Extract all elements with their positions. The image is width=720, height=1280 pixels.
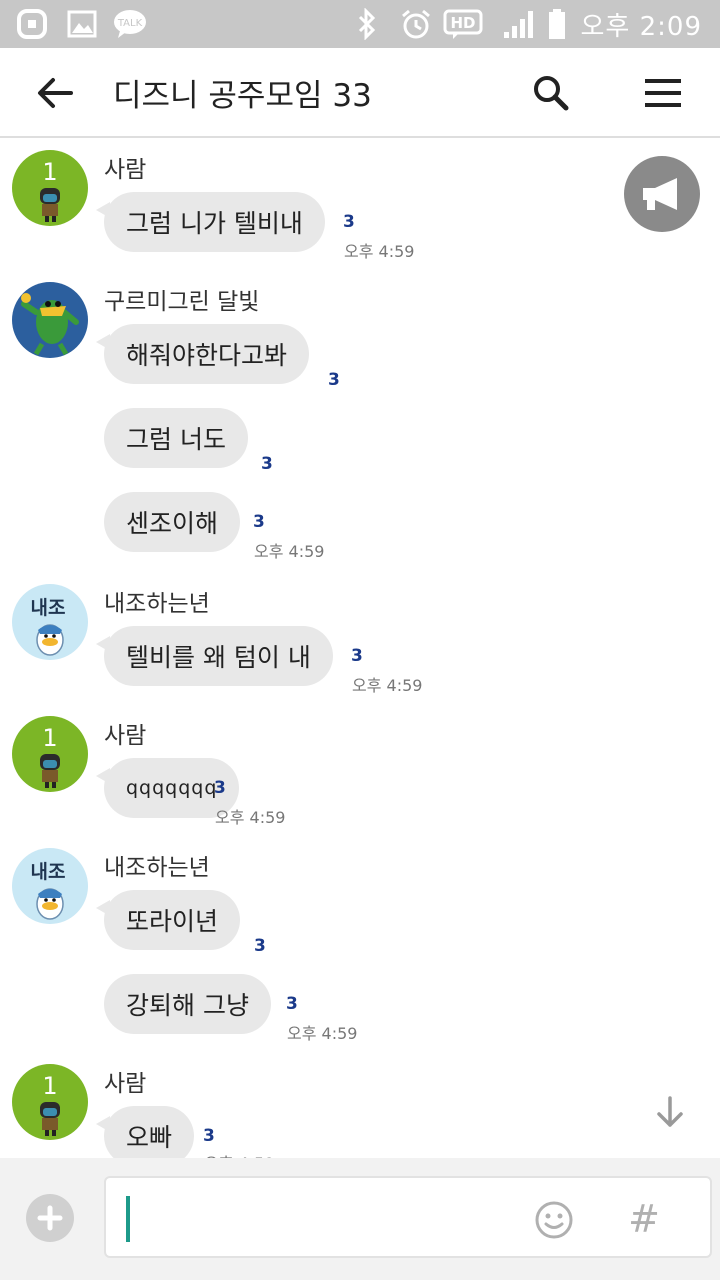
message-bubble[interactable]: 그럼 니가 텔비내 — [96, 192, 325, 252]
unread-count: 3 — [253, 512, 265, 532]
unread-count: 3 — [254, 936, 266, 956]
attach-button[interactable] — [26, 1194, 74, 1242]
message-bubble[interactable]: 해줘야한다고봐 — [95, 324, 310, 384]
smiley-icon — [535, 1201, 573, 1239]
avatar[interactable]: 1 — [12, 150, 88, 226]
arrow-left-icon — [38, 78, 73, 108]
signal-icon — [500, 0, 536, 48]
sender-name: 사람 — [104, 723, 147, 749]
svg-text:1: 1 — [42, 724, 57, 752]
avatar[interactable] — [12, 282, 88, 358]
message-time: 오후 4:59 — [352, 676, 423, 695]
sender-name: 내조하는년 — [104, 855, 210, 881]
message-time: 오후 4:59 — [254, 542, 325, 561]
message-list[interactable]: 1 사람 그럼 니가 텔비내 3 오후 4:59 구르미그린 달빛 해줘야한다고… — [0, 140, 720, 1158]
status-time: 오후 2:09 — [580, 11, 702, 42]
unread-count: 3 — [286, 994, 298, 1014]
avatar[interactable]: 1 — [12, 1064, 88, 1140]
chat-screen: TALK HD 오후 2:09 디즈니 공주모임 33 1 사람 그럼 니가 텔… — [0, 0, 720, 1280]
unread-count: 3 — [328, 370, 340, 390]
chat-header: 디즈니 공주모임 33 — [0, 48, 720, 138]
message-bubble[interactable]: 오빠 — [95, 1106, 195, 1158]
avatar[interactable]: 내조 — [12, 584, 88, 660]
unread-count: 3 — [214, 778, 226, 798]
message-time: 오후 4:59 — [344, 242, 415, 261]
message-time: 오후 4:59 — [204, 1150, 274, 1158]
plus-icon — [37, 1205, 63, 1231]
message-bubble[interactable]: 또라이년 — [95, 890, 241, 950]
unread-count: 3 — [343, 212, 355, 232]
message-input[interactable]: # — [104, 1176, 712, 1258]
battery-icon — [544, 0, 570, 48]
back-button[interactable] — [30, 68, 80, 118]
scroll-down-button[interactable] — [650, 1092, 690, 1132]
arrow-down-icon — [657, 1096, 683, 1127]
sender-name: 사람 — [104, 1071, 147, 1097]
status-bar: TALK HD 오후 2:09 — [0, 0, 720, 48]
unread-count: 3 — [351, 646, 363, 666]
unread-count: 3 — [261, 454, 273, 474]
svg-text:1: 1 — [42, 158, 57, 186]
megaphone-icon — [643, 178, 677, 210]
avatar[interactable]: 내조 — [12, 848, 88, 924]
message-time: 오후 4:59 — [287, 1024, 358, 1043]
search-button[interactable] — [526, 68, 576, 118]
chat-room-title: 디즈니 공주모임 33 — [113, 78, 372, 114]
unread-count: 3 — [203, 1126, 215, 1146]
hamburger-menu-icon — [645, 79, 681, 107]
notice-button[interactable] — [624, 156, 700, 232]
message-bubble[interactable]: 센조이해 — [104, 492, 241, 552]
message-bubble[interactable]: 텔비를 왜 텀이 내 — [96, 626, 333, 686]
text-cursor — [126, 1196, 130, 1242]
kakaotalk-icon: TALK — [110, 0, 150, 48]
svg-text:1: 1 — [42, 1072, 57, 1100]
bluetooth-icon — [352, 0, 382, 48]
svg-text:HD: HD — [450, 14, 475, 32]
sender-name: 구르미그린 달빛 — [104, 289, 260, 315]
emoticon-button[interactable] — [532, 1198, 576, 1242]
gallery-icon — [64, 0, 100, 48]
message-bubble[interactable]: 강퇴해 그냥 — [104, 974, 271, 1034]
message-time: 오후 4:59 — [215, 808, 286, 827]
search-icon — [534, 76, 569, 111]
input-bar: # — [0, 1158, 720, 1280]
message-bubble[interactable]: 그럼 너도 — [104, 408, 248, 468]
alarm-icon — [398, 0, 434, 48]
sender-name: 내조하는년 — [104, 591, 210, 617]
menu-button[interactable] — [638, 68, 688, 118]
hashtag-search-button[interactable]: # — [624, 1192, 664, 1246]
svg-text:내조: 내조 — [31, 597, 66, 619]
svg-text:내조: 내조 — [31, 861, 66, 883]
avatar[interactable]: 1 — [12, 716, 88, 792]
hd-voice-icon: HD — [442, 0, 484, 48]
sender-name: 사람 — [104, 157, 147, 183]
svg-text:TALK: TALK — [117, 18, 143, 29]
carrier-o-icon — [14, 0, 50, 48]
